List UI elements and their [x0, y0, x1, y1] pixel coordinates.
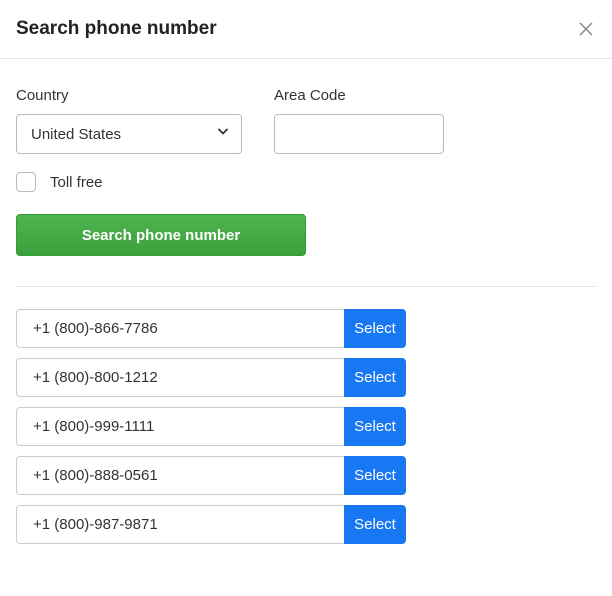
result-row: +1 (800)-800-1212 Select — [16, 358, 406, 397]
results-list: +1 (800)-866-7786 Select +1 (800)-800-12… — [16, 309, 596, 544]
phone-number: +1 (800)-800-1212 — [16, 358, 344, 397]
area-code-label: Area Code — [274, 87, 444, 104]
select-button[interactable]: Select — [344, 456, 406, 495]
close-icon — [579, 22, 593, 36]
select-button[interactable]: Select — [344, 505, 406, 544]
modal-header: Search phone number — [0, 0, 612, 59]
country-group: Country United States — [16, 87, 242, 154]
select-button[interactable]: Select — [344, 358, 406, 397]
toll-free-checkbox[interactable] — [16, 172, 36, 192]
phone-number: +1 (800)-999-1111 — [16, 407, 344, 446]
divider — [16, 286, 596, 287]
area-code-input[interactable] — [274, 114, 444, 154]
country-select-wrap: United States — [16, 114, 242, 154]
form-row: Country United States Area Code — [16, 87, 596, 154]
modal-title: Search phone number — [16, 18, 217, 40]
phone-number: +1 (800)-888-0561 — [16, 456, 344, 495]
select-button[interactable]: Select — [344, 407, 406, 446]
select-button[interactable]: Select — [344, 309, 406, 348]
result-row: +1 (800)-866-7786 Select — [16, 309, 406, 348]
close-button[interactable] — [576, 19, 596, 39]
country-label: Country — [16, 87, 242, 104]
phone-number: +1 (800)-866-7786 — [16, 309, 344, 348]
modal-content: Country United States Area Code Toll fre… — [0, 59, 612, 560]
phone-number: +1 (800)-987-9871 — [16, 505, 344, 544]
search-button[interactable]: Search phone number — [16, 214, 306, 256]
area-code-group: Area Code — [274, 87, 444, 154]
result-row: +1 (800)-987-9871 Select — [16, 505, 406, 544]
result-row: +1 (800)-888-0561 Select — [16, 456, 406, 495]
toll-free-label: Toll free — [50, 174, 103, 191]
country-select[interactable]: United States — [16, 114, 242, 154]
result-row: +1 (800)-999-1111 Select — [16, 407, 406, 446]
toll-free-row: Toll free — [16, 172, 596, 192]
